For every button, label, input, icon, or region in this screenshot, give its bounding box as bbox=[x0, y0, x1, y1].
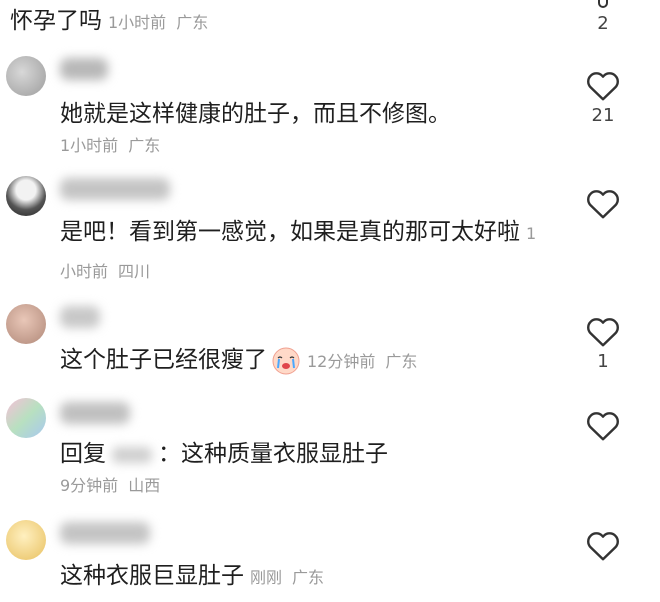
heart-outline-icon bbox=[587, 318, 619, 347]
like-count: 1 bbox=[597, 351, 609, 372]
comment-location: 广东 bbox=[292, 568, 325, 587]
username-blurred[interactable] bbox=[60, 522, 150, 544]
like-button[interactable] bbox=[582, 408, 624, 466]
comment-location: 四川 bbox=[118, 262, 151, 281]
comment-time: 9分钟前 bbox=[60, 476, 119, 495]
comment-body: 怀孕了吗 1小时前 广东 bbox=[10, 6, 550, 38]
comment-meta: 9分钟前 山西 bbox=[60, 474, 160, 498]
heart-outline-icon bbox=[587, 72, 619, 101]
like-button[interactable] bbox=[582, 186, 624, 244]
reply-target-user[interactable] bbox=[112, 446, 152, 463]
reply-prefix: 回复 bbox=[60, 441, 106, 467]
comment-location: 广东 bbox=[128, 136, 161, 155]
comment-body: 她就是这样健康的肚子，而且不修图。 bbox=[60, 96, 550, 132]
like-count: 2 bbox=[597, 13, 609, 34]
comment-time: 12分钟前 bbox=[307, 352, 376, 371]
comment-text: 这种质量衣服显肚子 bbox=[181, 441, 388, 467]
username-blurred[interactable] bbox=[60, 402, 130, 424]
like-count: 21 bbox=[591, 105, 615, 126]
reply-separator: ： bbox=[158, 441, 181, 467]
heart-outline-icon bbox=[587, 532, 619, 561]
crying-face-emoji bbox=[272, 347, 300, 374]
username-blurred[interactable] bbox=[60, 178, 170, 200]
comment-body: 是吧！看到第一感觉，如果是真的那可太好啦 1小时前 四川 bbox=[60, 214, 550, 290]
avatar[interactable] bbox=[6, 398, 46, 438]
comment-text: 是吧！看到第一感觉，如果是真的那可太好啦 bbox=[60, 219, 520, 245]
username-blurred[interactable] bbox=[60, 58, 108, 80]
comment-text: 这种衣服巨显肚子 bbox=[60, 563, 244, 589]
comment-text: 怀孕了吗 bbox=[10, 8, 102, 34]
comment-body: 回复 ：这种质量衣服显肚子 bbox=[60, 436, 550, 472]
comment-location: 广东 bbox=[385, 352, 418, 371]
avatar[interactable] bbox=[6, 176, 46, 216]
like-button[interactable] bbox=[582, 528, 624, 586]
like-button[interactable]: 21 bbox=[582, 68, 624, 126]
comment-text: 她就是这样健康的肚子，而且不修图。 bbox=[60, 101, 451, 127]
comment-time: 刚刚 bbox=[250, 568, 283, 587]
like-button[interactable]: 1 bbox=[582, 314, 624, 372]
heart-outline-icon bbox=[587, 190, 619, 219]
like-button[interactable]: 2 bbox=[582, 0, 624, 34]
comment-body: 这种衣服巨显肚子 刚刚 广东 bbox=[60, 558, 550, 596]
heart-outline-icon bbox=[587, 412, 619, 441]
comment-time: 1小时前 bbox=[60, 136, 119, 155]
username-blurred[interactable] bbox=[60, 306, 100, 328]
avatar[interactable] bbox=[6, 520, 46, 560]
comment-meta: 1小时前 广东 bbox=[60, 134, 160, 158]
avatar[interactable] bbox=[6, 304, 46, 344]
comment-location: 山西 bbox=[128, 476, 161, 495]
heart-outline-icon bbox=[598, 0, 608, 8]
comment-meta: 12分钟前 广东 bbox=[307, 352, 417, 371]
avatar[interactable] bbox=[6, 56, 46, 96]
comment-text: 这个肚子已经很瘦了 bbox=[60, 347, 267, 373]
comment-meta: 1小时前 广东 bbox=[108, 13, 208, 32]
comment-meta: 刚刚 广东 bbox=[250, 568, 324, 587]
comment-body: 这个肚子已经很瘦了 12分钟前 广东 bbox=[60, 342, 550, 380]
comment-location: 广东 bbox=[176, 13, 209, 32]
comment-time: 1小时前 bbox=[108, 13, 167, 32]
